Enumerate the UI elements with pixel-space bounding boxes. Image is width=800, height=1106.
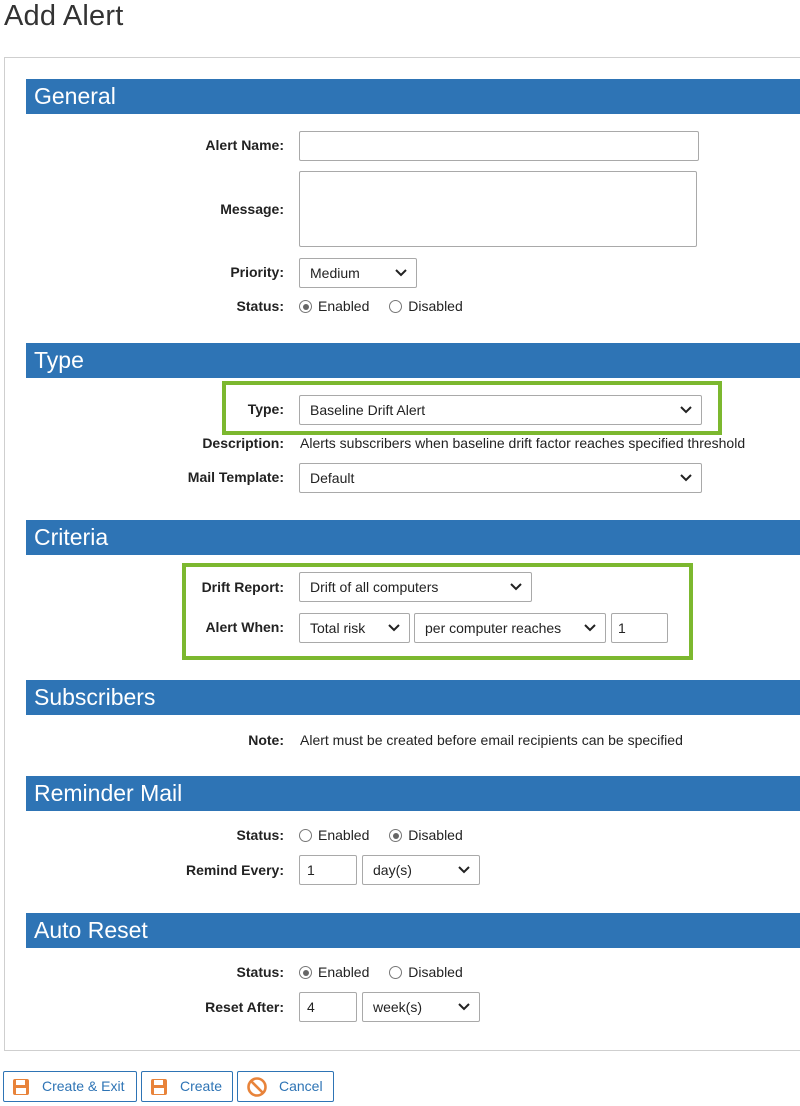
general-status-enabled-label: Enabled: [318, 298, 370, 314]
reminder-status-enabled-label: Enabled: [318, 827, 370, 843]
auto-reset-status-enabled-option[interactable]: Enabled: [299, 964, 369, 980]
auto-reset-status-disabled-label: Disabled: [408, 964, 463, 980]
reminder-status-disabled-label: Disabled: [408, 827, 463, 843]
section-header-auto-reset: Auto Reset: [26, 913, 800, 948]
priority-select-value: Medium: [310, 265, 360, 281]
type-select-value: Baseline Drift Alert: [310, 402, 426, 418]
alert-when-threshold-input[interactable]: [611, 613, 668, 643]
description-label: Description:: [202, 435, 284, 451]
alert-when-metric-value: Total risk: [310, 620, 366, 636]
reminder-status-radio-group: Enabled Disabled: [299, 820, 479, 850]
remind-every-label: Remind Every:: [185, 862, 284, 878]
remind-every-unit-select[interactable]: day(s): [362, 855, 480, 885]
auto-reset-status-enabled-label: Enabled: [318, 964, 370, 980]
reminder-status-disabled-option[interactable]: Disabled: [389, 827, 463, 843]
floppy-disk-icon: [13, 1079, 29, 1095]
drift-report-select-value: Drift of all computers: [310, 579, 439, 595]
alert-when-label: Alert When:: [205, 619, 284, 635]
chevron-down-icon: [458, 1003, 470, 1011]
status-label: Status:: [236, 298, 284, 314]
chevron-down-icon: [388, 624, 400, 632]
general-status-enabled-option[interactable]: Enabled: [299, 298, 369, 314]
page-title: Add Alert: [4, 0, 124, 32]
priority-select[interactable]: Medium: [299, 258, 417, 288]
create-button[interactable]: Create: [141, 1071, 233, 1102]
cancel-label: Cancel: [279, 1078, 323, 1094]
chevron-down-icon: [680, 406, 692, 414]
drift-report-label: Drift Report:: [201, 579, 284, 595]
reset-after-input[interactable]: [299, 992, 357, 1022]
radio-unchecked-icon[interactable]: [299, 829, 312, 842]
description-value: Alerts subscribers when baseline drift f…: [300, 435, 746, 451]
section-header-criteria: Criteria: [26, 520, 800, 555]
radio-unchecked-icon[interactable]: [389, 300, 403, 313]
create-label: Create: [180, 1078, 223, 1094]
chevron-down-icon: [584, 624, 596, 632]
auto-reset-status-disabled-option[interactable]: Disabled: [389, 964, 463, 980]
reminder-status-enabled-option[interactable]: Enabled: [299, 827, 369, 843]
floppy-disk-icon: [151, 1079, 167, 1095]
mail-template-select-value: Default: [310, 470, 355, 486]
mail-template-select[interactable]: Default: [299, 463, 702, 493]
radio-unchecked-icon[interactable]: [389, 966, 403, 979]
section-header-type: Type: [26, 343, 800, 378]
message-label: Message:: [220, 201, 284, 217]
message-textarea[interactable]: [299, 171, 697, 247]
chevron-down-icon: [510, 583, 522, 591]
auto-reset-status-label: Status:: [236, 964, 284, 980]
radio-checked-icon[interactable]: [299, 300, 312, 313]
alert-when-condition-select[interactable]: per computer reaches: [414, 613, 606, 643]
mail-template-label: Mail Template:: [187, 469, 284, 485]
chevron-down-icon: [395, 269, 407, 277]
reminder-status-label: Status:: [236, 827, 284, 843]
auto-reset-status-radio-group: Enabled Disabled: [299, 957, 479, 987]
section-header-subscribers: Subscribers: [26, 680, 800, 715]
section-header-general: General: [26, 79, 800, 114]
radio-checked-icon[interactable]: [389, 829, 403, 842]
general-status-radio-group: Enabled Disabled: [299, 291, 479, 321]
prohibited-icon: [247, 1077, 267, 1097]
chevron-down-icon: [458, 866, 470, 874]
remind-every-unit-value: day(s): [373, 862, 412, 878]
note-value: Alert must be created before email recip…: [300, 732, 683, 748]
priority-label: Priority:: [230, 264, 284, 280]
alert-when-condition-value: per computer reaches: [425, 620, 562, 636]
radio-checked-icon[interactable]: [299, 966, 312, 979]
note-label: Note:: [248, 732, 284, 748]
remind-every-input[interactable]: [299, 855, 357, 885]
create-and-exit-label: Create & Exit: [42, 1078, 125, 1094]
alert-name-label: Alert Name:: [205, 137, 284, 153]
alert-name-input[interactable]: [299, 131, 699, 161]
chevron-down-icon: [680, 474, 692, 482]
type-label: Type:: [247, 401, 284, 417]
create-and-exit-button[interactable]: Create & Exit: [3, 1071, 137, 1102]
reset-after-unit-value: week(s): [373, 999, 423, 1015]
general-status-disabled-option[interactable]: Disabled: [389, 298, 463, 314]
cancel-button[interactable]: Cancel: [237, 1071, 334, 1102]
general-status-disabled-label: Disabled: [408, 298, 463, 314]
type-select[interactable]: Baseline Drift Alert: [299, 395, 702, 425]
alert-when-metric-select[interactable]: Total risk: [299, 613, 410, 643]
drift-report-select[interactable]: Drift of all computers: [299, 572, 532, 602]
reset-after-label: Reset After:: [205, 999, 284, 1015]
reset-after-unit-select[interactable]: week(s): [362, 992, 480, 1022]
section-header-reminder-mail: Reminder Mail: [26, 776, 800, 811]
